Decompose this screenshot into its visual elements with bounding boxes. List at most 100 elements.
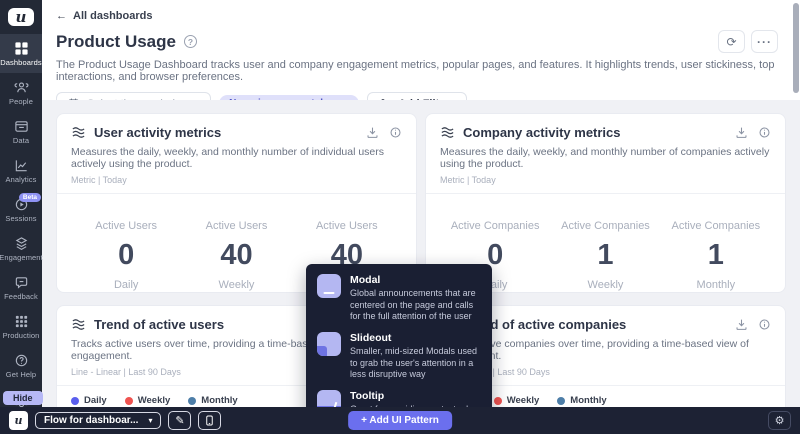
- card-title: Trend of active users: [94, 317, 225, 332]
- legend-daily[interactable]: Daily: [71, 395, 107, 406]
- sidebar-item-label: People: [9, 96, 33, 106]
- card-description: Measures the daily, weekly, and monthly …: [71, 146, 385, 170]
- sidebar-item-production[interactable]: Production: [0, 307, 42, 346]
- back-label: All dashboards: [73, 10, 153, 22]
- stat-monthly: Active Companies 1 Monthly: [661, 220, 771, 291]
- feedback-icon: [15, 276, 27, 289]
- popup-item-modal[interactable]: Modal Global announcements that are cent…: [317, 274, 481, 323]
- stat-period: Weekly: [587, 279, 624, 291]
- refresh-icon: ⟳: [726, 34, 737, 49]
- download-icon[interactable]: [735, 126, 748, 139]
- sidebar-item-dashboards[interactable]: Dashboards: [0, 34, 42, 73]
- legend-dot: [71, 396, 79, 405]
- legend-weekly[interactable]: Weekly: [124, 395, 170, 406]
- metric-waves-icon: [72, 127, 85, 138]
- more-options-button[interactable]: ···: [751, 30, 778, 53]
- builder-settings-button[interactable]: ⚙: [768, 411, 791, 430]
- sidebar-item-engagement[interactable]: Engagement: [0, 229, 43, 268]
- slideout-icon: [317, 332, 341, 357]
- stat-label: Active Users: [315, 220, 378, 232]
- data-icon: [14, 120, 28, 132]
- divider: [426, 193, 785, 194]
- sidebar-item-label: Dashboards: [0, 57, 42, 67]
- sidebar-item-analytics[interactable]: Analytics: [0, 151, 42, 190]
- card-title: Company activity metrics: [463, 125, 621, 140]
- gear-icon: ⚙: [774, 415, 785, 427]
- production-icon: [15, 315, 27, 327]
- stat-period: Weekly: [218, 279, 255, 291]
- legend-dot: [188, 396, 197, 405]
- logo-letter: u: [15, 8, 27, 26]
- sidebar-item-label: Analytics: [5, 174, 37, 184]
- stat-label: Active Companies: [671, 220, 761, 232]
- sidebar-item-label: Get Help: [5, 369, 37, 379]
- sidebar-item-label: Production: [2, 330, 40, 340]
- sidebar-item-data[interactable]: Data: [0, 112, 42, 151]
- stat-value: 0: [118, 239, 135, 271]
- edit-button[interactable]: ✎: [168, 411, 192, 430]
- get-help-icon: [15, 354, 27, 366]
- card-title: User activity metrics: [94, 125, 222, 140]
- userpilot-logo[interactable]: u: [8, 8, 34, 26]
- userpilot-logo-small: u: [9, 411, 28, 430]
- popup-item-description: Smaller, mid-sized Modals used to grab t…: [350, 346, 478, 380]
- scrollbar-thumb[interactable]: [793, 3, 799, 93]
- legend-dot: [124, 396, 133, 405]
- stat-daily: Active Users 0 Daily: [71, 220, 181, 291]
- metric-waves-icon: [441, 127, 454, 138]
- legend-weekly[interactable]: Weekly: [493, 395, 539, 406]
- beta-badge: Beta: [18, 193, 41, 202]
- info-icon[interactable]: [758, 318, 771, 331]
- stat-weekly: Active Users 40 Weekly: [181, 220, 291, 291]
- stat-value: 1: [707, 239, 724, 271]
- metric-waves-icon: [72, 319, 85, 330]
- flow-selector[interactable]: Flow for dashboar... ▾: [35, 412, 162, 429]
- download-icon[interactable]: [366, 126, 379, 139]
- engagement-icon: [15, 236, 27, 250]
- card-meta: Metric | Today: [440, 175, 496, 185]
- divider: [57, 193, 416, 194]
- modal-icon: [317, 274, 341, 298]
- dashboards-icon: [14, 41, 28, 55]
- sidebar-item-feedback[interactable]: Feedback: [0, 268, 42, 307]
- stat-weekly: Active Companies 1 Weekly: [550, 220, 660, 291]
- flow-selector-label: Flow for dashboar...: [44, 415, 139, 426]
- back-link[interactable]: ← All dashboards: [56, 10, 152, 22]
- chevron-down-icon: ▾: [148, 416, 153, 425]
- sidebar-item-label: Sessions: [5, 213, 37, 223]
- sidebar-item-people[interactable]: People: [0, 73, 42, 112]
- page-header: ← All dashboards Product Usage ? ⟳ ··· T…: [42, 0, 800, 115]
- ellipsis-icon: ···: [757, 34, 772, 49]
- stat-value: 1: [597, 239, 614, 271]
- legend-monthly[interactable]: Monthly: [557, 395, 607, 406]
- popup-item-title: Slideout: [350, 332, 392, 345]
- sidebar-item-label: Data: [12, 135, 30, 145]
- mobile-preview-button[interactable]: [198, 411, 222, 430]
- legend-dot: [557, 396, 566, 405]
- sidebar-item-sessions[interactable]: Beta Sessions: [0, 190, 42, 229]
- hide-sidebar-button[interactable]: Hide: [3, 391, 43, 405]
- info-icon[interactable]: [389, 126, 402, 139]
- stat-period: Monthly: [696, 279, 736, 291]
- stat-period: Daily: [113, 279, 139, 291]
- info-icon[interactable]: [758, 126, 771, 139]
- popup-item-description: Global announcements that are centered o…: [350, 288, 476, 322]
- refresh-button[interactable]: ⟳: [718, 30, 745, 53]
- download-icon[interactable]: [735, 318, 748, 331]
- main-area: ← All dashboards Product Usage ? ⟳ ··· T…: [42, 0, 800, 434]
- add-ui-pattern-button[interactable]: + Add UI Pattern: [348, 411, 452, 430]
- pencil-icon: ✎: [175, 415, 185, 427]
- popup-item-title: Tooltip: [350, 390, 385, 403]
- back-arrow-icon: ←: [56, 10, 67, 22]
- popup-item-slideout[interactable]: Slideout Smaller, mid-sized Modals used …: [317, 332, 481, 381]
- help-icon[interactable]: ?: [183, 35, 197, 48]
- legend-monthly[interactable]: Monthly: [188, 395, 238, 406]
- page-description: The Product Usage Dashboard tracks user …: [56, 59, 775, 83]
- page-title: Product Usage: [56, 31, 176, 51]
- sidebar-item-label: Feedback: [4, 291, 38, 301]
- sidebar-item-label: Engagement: [0, 252, 43, 262]
- mobile-icon: [206, 415, 214, 426]
- card-meta: Metric | Today: [71, 175, 127, 185]
- sidebar-item-get-help[interactable]: Get Help: [0, 346, 42, 385]
- stat-label: Active Users: [205, 220, 268, 232]
